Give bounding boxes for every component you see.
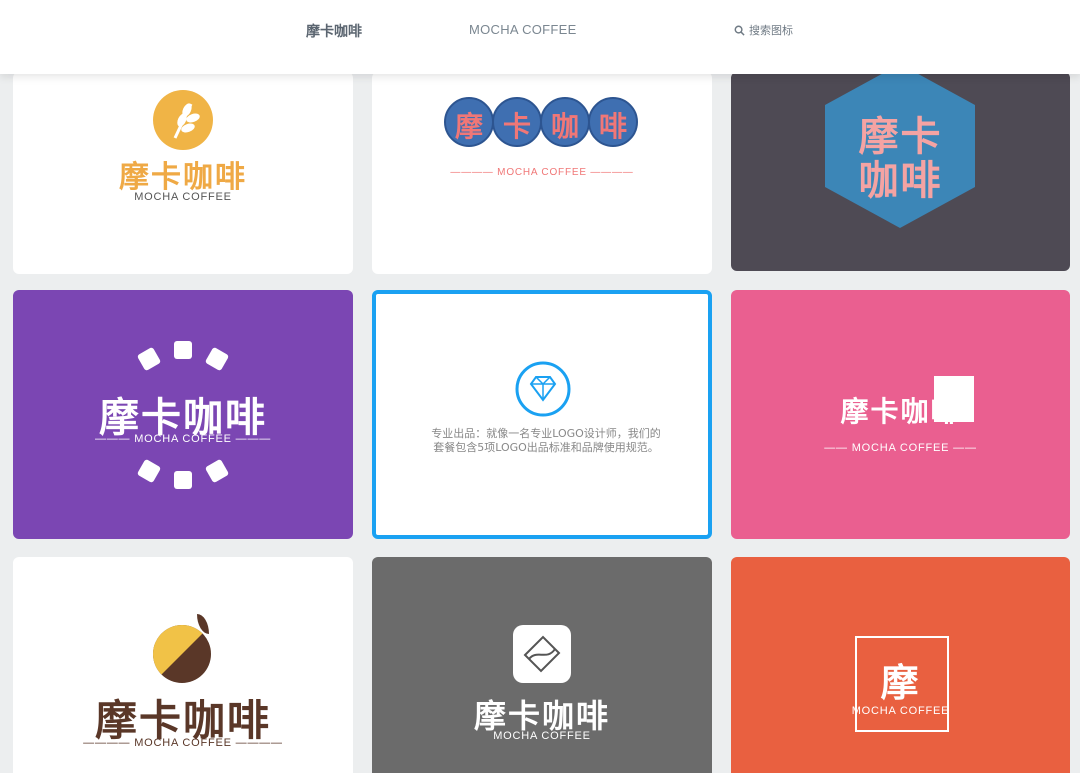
top-bar: 摩卡咖啡 MOCHA COFFEE 搜索图标 xyxy=(0,0,1080,74)
logo-title: 摩卡咖啡 xyxy=(840,395,961,428)
square-dot-icon xyxy=(174,341,192,359)
bubble-icon: 卡 xyxy=(492,97,542,147)
logo-card-orange[interactable]: 摩 MOCHA COFFEE xyxy=(731,557,1070,773)
square-dot-icon xyxy=(204,458,230,484)
wheat-icon xyxy=(153,90,213,150)
logo-card-hexagon[interactable]: 摩卡 咖啡 xyxy=(731,72,1070,271)
search-icon xyxy=(734,25,745,36)
search-label: 搜索图标 xyxy=(749,24,793,37)
logo-grid: 摩卡咖啡 MOCHA COFFEE 摩 卡 咖 啡 ———— MOCHA COF… xyxy=(0,0,1080,773)
logo-card-bubbles[interactable]: 摩 卡 咖 啡 ———— MOCHA COFFEE ———— xyxy=(372,72,712,274)
logo-card-gray[interactable]: 摩卡咖啡 MOCHA COFFEE xyxy=(372,557,712,773)
logo-subtitle: ———— MOCHA COFFEE ———— xyxy=(450,167,634,178)
bubble-letters: 摩 卡 咖 啡 xyxy=(444,97,640,157)
square-dot-icon xyxy=(204,346,230,372)
bubble-icon: 啡 xyxy=(588,97,638,147)
logo-subtitle: MOCHA COFFEE xyxy=(134,191,232,203)
logo-subtitle: ——— MOCHA COFFEE ——— xyxy=(94,433,272,445)
bubble-char: 摩 xyxy=(454,110,483,143)
app-tile-icon xyxy=(513,625,571,683)
diamond-icon xyxy=(514,360,572,418)
brand-title[interactable]: 摩卡咖啡 xyxy=(306,21,362,41)
logo-subtitle: ———— MOCHA COFFEE ———— xyxy=(83,737,283,749)
logo-card-pink[interactable]: 摩卡咖啡 —— MOCHA COFFEE —— xyxy=(731,290,1070,539)
logo-card-selected[interactable]: 专业出品：就像一名专业LOGO设计师，我们的套餐包含5项LOGO出品标准和品牌使… xyxy=(372,290,712,539)
bubble-icon: 咖 xyxy=(540,97,590,147)
search-icons-link[interactable]: 搜索图标 xyxy=(734,22,793,38)
logo-title: 摩卡咖啡 xyxy=(119,160,247,195)
bubble-char: 啡 xyxy=(598,110,627,143)
logo-subtitle: —— MOCHA COFFEE —— xyxy=(824,442,977,454)
square-dot-icon xyxy=(174,471,192,489)
logo-subtitle: MOCHA COFFEE xyxy=(851,705,950,717)
bubble-char: 咖 xyxy=(550,110,579,143)
logo-card-fruit[interactable]: 摩卡咖啡 ———— MOCHA COFFEE ———— xyxy=(13,557,353,773)
bubble-char: 卡 xyxy=(502,110,531,143)
square-dot-icon xyxy=(136,346,162,372)
logo-title: 摩 xyxy=(880,661,921,705)
description-text: 专业出品：就像一名专业LOGO设计师，我们的套餐包含5项LOGO出品标准和品牌使… xyxy=(431,427,661,454)
square-dot-icon xyxy=(136,458,162,484)
logo-card-wheat[interactable]: 摩卡咖啡 MOCHA COFFEE xyxy=(13,72,353,274)
brand-subtitle[interactable]: MOCHA COFFEE xyxy=(469,22,577,37)
logo-subtitle: MOCHA COFFEE xyxy=(493,730,591,742)
bubble-icon: 摩 xyxy=(444,97,494,147)
logo-card-purple[interactable]: 摩卡咖啡 ——— MOCHA COFFEE ——— xyxy=(13,290,353,539)
logo-title-line2: 咖啡 xyxy=(858,158,943,204)
